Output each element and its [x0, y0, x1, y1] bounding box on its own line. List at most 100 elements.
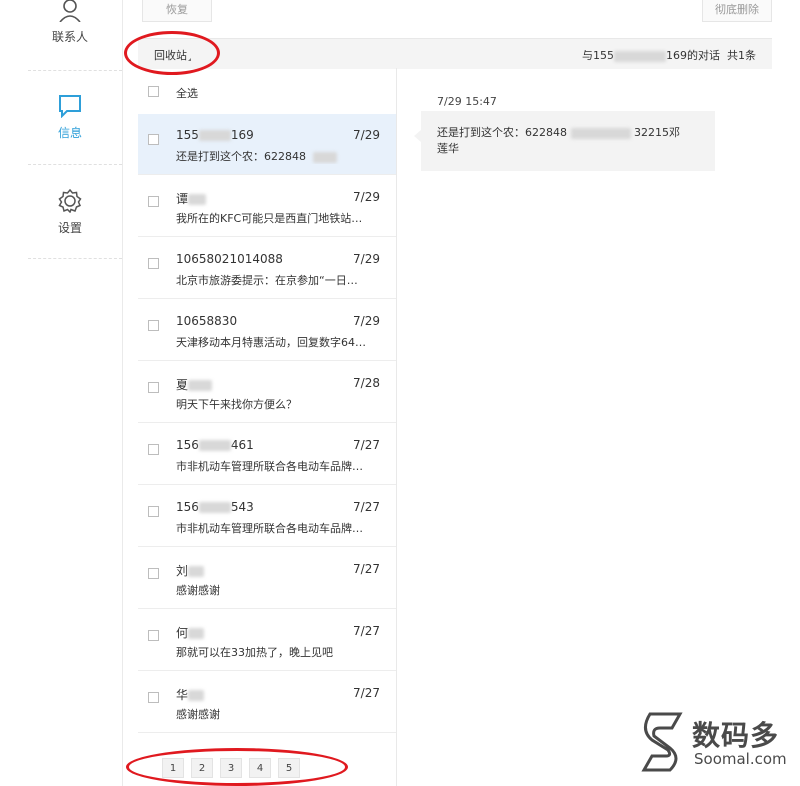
- message-date: 7/27: [353, 624, 380, 638]
- message-date: 7/27: [353, 438, 380, 452]
- nav-item-settings[interactable]: 设置: [28, 188, 112, 236]
- list-item[interactable]: 谭 7/29 我所在的KFC可能只是西直门地铁站…: [138, 176, 396, 237]
- row-checkbox[interactable]: [148, 692, 159, 703]
- redacted-name: [188, 566, 205, 577]
- row-checkbox[interactable]: [148, 568, 159, 579]
- list-item[interactable]: 何 7/27 那就可以在33加热了，晚上见吧: [138, 610, 396, 671]
- row-checkbox[interactable]: [148, 382, 159, 393]
- contact-name: 10658830: [176, 314, 238, 328]
- nav-item-messages[interactable]: 信息: [28, 94, 112, 141]
- row-checkbox[interactable]: [148, 134, 159, 145]
- contact-name-part: 156: [176, 500, 199, 514]
- redacted-name: [188, 194, 207, 205]
- redacted-number: [198, 502, 231, 513]
- contact-name: 夏: [176, 376, 213, 393]
- conversation-suffix: 169的对话: [666, 49, 720, 62]
- message-preview: 市非机动车管理所联合各电动车品牌…: [176, 460, 363, 473]
- contact-name: 10658021014088: [176, 252, 283, 266]
- contact-name-part: 156: [176, 438, 199, 452]
- message-time: 7/29 15:47: [437, 95, 497, 108]
- message-preview: 还是打到这个农：622848: [176, 148, 382, 164]
- watermark-title: 数码多: [692, 719, 780, 752]
- row-checkbox[interactable]: [148, 630, 159, 641]
- contact-name-part: 谭: [176, 192, 189, 206]
- conversation-panel: 7/29 15:47 还是打到这个农：622848 32215邓 莲华: [397, 68, 772, 786]
- nav-label-messages: 信息: [57, 126, 82, 140]
- contact-name: 156 461: [176, 438, 254, 452]
- watermark: 数码多 Soomal.com: [640, 712, 790, 776]
- contact-name-part: 169: [230, 128, 254, 142]
- watermark-subtitle: Soomal.com: [694, 750, 787, 768]
- list-item[interactable]: 155 169 7/29 还是打到这个农：622848: [138, 114, 396, 175]
- nav-label-settings: 设置: [57, 221, 82, 235]
- message-preview: 那就可以在33加热了，晚上见吧: [176, 646, 333, 659]
- contact-name-part: 何: [176, 626, 189, 640]
- redacted-number: [198, 130, 231, 141]
- list-item[interactable]: 刘 7/27 感谢感谢: [138, 548, 396, 609]
- redacted-number: [570, 127, 631, 139]
- list-item[interactable]: 10658830 7/29 天津移动本月特惠活动，回复数字64…: [138, 300, 396, 361]
- person-icon: [59, 0, 81, 23]
- message-date: 7/29: [353, 128, 380, 142]
- redacted-number: [614, 50, 666, 62]
- soomal-logo-icon: [641, 712, 683, 772]
- list-item[interactable]: 156 543 7/27 市非机动车管理所联合各电动车品牌…: [138, 486, 396, 547]
- gear-icon: [58, 188, 82, 214]
- message-preview: 感谢感谢: [176, 708, 220, 721]
- message-line: 还是打到这个农：622848 32215邓: [437, 125, 701, 141]
- message-date: 7/29: [353, 190, 380, 204]
- message-date: 7/29: [353, 252, 380, 266]
- message-preview: 北京市旅游委提示：在京参加“一日…: [176, 274, 358, 287]
- redacted-name: [188, 380, 213, 391]
- message-preview-text: 还是打到这个农：622848: [176, 150, 306, 163]
- nav-item-contacts[interactable]: 联系人: [28, 0, 112, 45]
- chat-bubble-icon: [59, 95, 81, 119]
- conversation-info: 与155 169的对话 共1条: [582, 47, 756, 63]
- list-item[interactable]: 夏 7/28 明天下午来找你方便么？: [138, 362, 396, 423]
- delete-forever-button[interactable]: 彻底删除: [702, 0, 772, 22]
- contact-name-part: 夏: [176, 378, 189, 392]
- message-date: 7/27: [353, 686, 380, 700]
- redacted-number: [198, 440, 231, 451]
- nav-divider: [28, 258, 122, 259]
- message-text: 32215邓: [634, 126, 680, 139]
- message-preview: 市非机动车管理所联合各电动车品牌…: [176, 522, 363, 535]
- message-preview: 明天下午来找你方便么？: [176, 398, 297, 411]
- list-item[interactable]: 华 7/27 感谢感谢: [138, 672, 396, 733]
- row-checkbox[interactable]: [148, 196, 159, 207]
- message-line: 莲华: [437, 142, 459, 155]
- contact-name-part: 461: [230, 438, 254, 452]
- annotation-ellipse-folder: [124, 31, 220, 75]
- conversation-prefix: 与155: [582, 49, 614, 62]
- redacted-name: [188, 690, 205, 701]
- header-bar: 回收站 与155 169的对话 共1条: [138, 38, 772, 69]
- list-item[interactable]: 10658021014088 7/29 北京市旅游委提示：在京参加“一日…: [138, 238, 396, 299]
- contact-name-part: 155: [176, 128, 199, 142]
- message-date: 7/29: [353, 314, 380, 328]
- message-bubble[interactable]: 还是打到这个农：622848 32215邓 莲华: [421, 111, 715, 171]
- contact-name: 何: [176, 624, 205, 641]
- toolbar: 恢复 彻底删除: [122, 0, 772, 23]
- contact-name: 156 543: [176, 500, 254, 514]
- row-checkbox[interactable]: [148, 320, 159, 331]
- row-checkbox[interactable]: [148, 506, 159, 517]
- nav-divider: [28, 70, 122, 71]
- list-item[interactable]: 156 461 7/27 市非机动车管理所联合各电动车品牌…: [138, 424, 396, 485]
- message-preview: 感谢感谢: [176, 584, 220, 597]
- message-count: 共1条: [727, 49, 756, 62]
- message-list: 全选 155 169 7/29 还是打到这个农：622848 谭 7/29 我所在…: [138, 68, 397, 786]
- contact-name: 155 169: [176, 128, 254, 142]
- select-all-checkbox[interactable]: [148, 86, 159, 97]
- contact-name: 华: [176, 686, 205, 703]
- annotation-ellipse-pagination: [126, 748, 348, 786]
- redacted-name: [188, 628, 205, 639]
- redacted-number: [313, 151, 337, 163]
- message-preview: 天津移动本月特惠活动，回复数字64…: [176, 336, 366, 349]
- message-preview: 我所在的KFC可能只是西直门地铁站…: [176, 212, 363, 225]
- message-text: 还是打到这个农：622848: [437, 126, 567, 139]
- row-checkbox[interactable]: [148, 444, 159, 455]
- contact-name: 刘: [176, 562, 205, 579]
- row-checkbox[interactable]: [148, 258, 159, 269]
- restore-button[interactable]: 恢复: [142, 0, 212, 22]
- contact-name-part: 刘: [176, 564, 189, 578]
